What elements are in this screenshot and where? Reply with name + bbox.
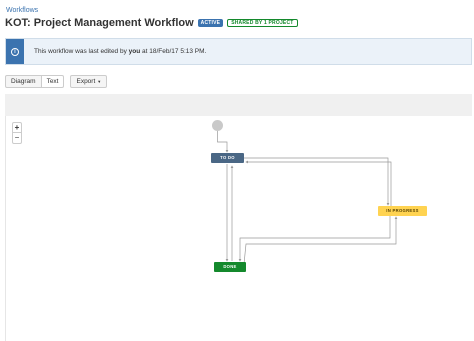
status-todo[interactable]: TO DO: [211, 153, 244, 163]
diagram-view-button[interactable]: Diagram: [5, 75, 42, 88]
transition-done-to-progress[interactable]: [243, 216, 398, 265]
transition-progress-to-todo[interactable]: [245, 160, 392, 206]
title-row: KOT: Project Management Workflow ACTIVE …: [5, 17, 298, 29]
info-user: you: [128, 48, 141, 55]
info-message: This workflow was last edited by you at …: [34, 48, 206, 55]
export-label: Export: [76, 78, 96, 85]
transition-todo-to-progress[interactable]: [244, 157, 390, 206]
toolbar: Diagram Text Export ▼: [5, 75, 108, 88]
status-in-progress[interactable]: IN PROGRESS: [378, 206, 427, 216]
diagram-header-band: [5, 94, 472, 116]
start-node[interactable]: [212, 120, 223, 131]
workflow-diagram-canvas[interactable]: + − TO DO IN PROGRESS DONE: [5, 116, 472, 341]
shared-projects-badge[interactable]: SHARED BY 1 PROJECT: [227, 19, 298, 27]
chevron-down-icon: ▼: [97, 79, 102, 84]
info-suffix: at 18/Feb/17 5:13 PM.: [140, 48, 207, 55]
text-view-button[interactable]: Text: [41, 75, 65, 88]
breadcrumb-workflows[interactable]: Workflows: [6, 7, 38, 14]
info-prefix: This workflow was last edited by: [34, 48, 129, 55]
info-icon: i: [11, 47, 19, 56]
view-toggle-group: Diagram Text: [5, 75, 65, 88]
active-status-badge: ACTIVE: [197, 19, 224, 27]
page-title: KOT: Project Management Workflow: [5, 17, 194, 29]
info-strip: i: [6, 39, 24, 64]
transition-lines: [217, 131, 398, 265]
status-done[interactable]: DONE: [214, 262, 246, 272]
transition-start-to-todo[interactable]: [217, 131, 229, 153]
info-banner: i This workflow was last edited by you a…: [5, 38, 472, 65]
export-dropdown-button[interactable]: Export ▼: [70, 75, 108, 88]
transition-progress-to-done[interactable]: [238, 216, 391, 262]
